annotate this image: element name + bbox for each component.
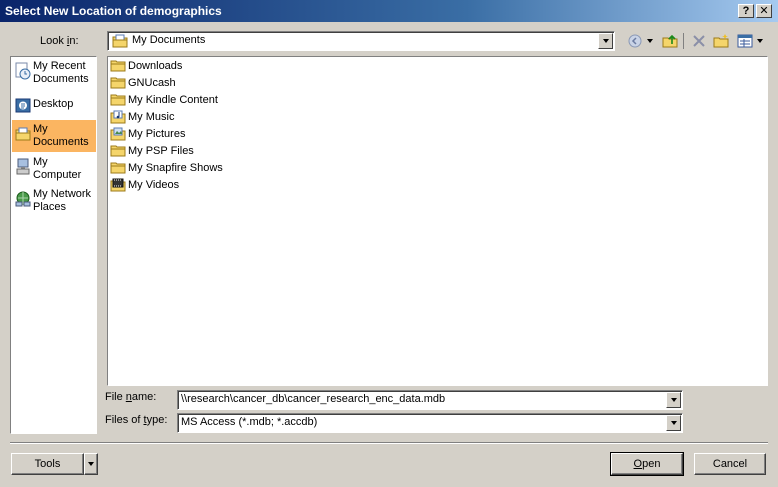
place-label: Desktop — [33, 98, 74, 110]
videos-folder-icon — [110, 178, 126, 192]
chevron-down-icon — [757, 39, 763, 43]
file-name: Downloads — [128, 59, 183, 72]
file-type-label: Files of type: — [105, 414, 168, 426]
file-list: Downloads GNUcash My Kindle Content My M… — [107, 56, 768, 386]
folder-icon — [110, 144, 126, 158]
views-button[interactable] — [736, 33, 754, 49]
help-icon: ? — [742, 4, 750, 17]
title-bar: Select New Location of demographics ? ✕ — [0, 0, 778, 22]
file-name: My Videos — [128, 178, 180, 191]
file-name: My Music — [128, 110, 175, 123]
place-my-documents[interactable]: My Documents — [12, 120, 96, 152]
place-label: Places — [33, 201, 67, 213]
look-in-dropdown-button[interactable] — [598, 33, 613, 49]
tools-label: Tools — [34, 458, 61, 470]
places-bar: My Recent Documents Desktop My Documents… — [10, 56, 97, 434]
desktop-icon — [15, 98, 31, 118]
footer-divider — [10, 442, 768, 444]
place-label: Documents — [33, 73, 89, 85]
list-item[interactable]: My Music — [110, 108, 174, 125]
place-label: My Network — [33, 188, 92, 200]
place-network-places[interactable]: My Network Places — [12, 188, 96, 216]
toolbar-separator — [683, 33, 684, 49]
open-label: Open — [633, 458, 661, 470]
music-folder-icon — [110, 110, 126, 124]
network-places-icon — [15, 190, 31, 212]
my-documents-icon — [112, 34, 128, 51]
place-label: My Recent — [33, 60, 86, 72]
recent-documents-icon — [15, 62, 31, 84]
file-type-dropdown-button[interactable] — [666, 415, 681, 431]
close-icon: ✕ — [759, 4, 769, 17]
delete-button[interactable] — [690, 33, 708, 49]
open-button[interactable]: Open — [610, 452, 684, 476]
list-item[interactable]: My Kindle Content — [110, 91, 218, 108]
chevron-down-icon — [670, 421, 677, 425]
cancel-label: Cancel — [712, 458, 748, 470]
back-dropdown[interactable] — [645, 33, 655, 49]
list-item[interactable]: Downloads — [110, 57, 182, 74]
chevron-down-icon — [88, 462, 94, 466]
folder-icon — [110, 59, 126, 73]
tools-button[interactable]: Tools — [11, 453, 84, 475]
place-label: My — [33, 156, 48, 168]
cancel-button[interactable]: Cancel — [694, 453, 766, 475]
look-in-label: Look in: — [40, 35, 79, 47]
list-item[interactable]: My Snapfire Shows — [110, 159, 223, 176]
new-folder-icon — [713, 34, 729, 48]
file-name-dropdown-button[interactable] — [666, 392, 681, 408]
chevron-down-icon — [602, 39, 609, 43]
file-name-input[interactable]: \\research\cancer_db\cancer_research_enc… — [177, 390, 683, 410]
file-type-value: MS Access (*.mdb; *.accdb) — [181, 416, 318, 428]
list-item[interactable]: My Videos — [110, 176, 179, 193]
my-computer-icon — [15, 158, 31, 180]
file-type-select[interactable]: MS Access (*.mdb; *.accdb) — [177, 413, 683, 433]
folder-icon — [110, 76, 126, 90]
close-button[interactable]: ✕ — [756, 4, 772, 18]
file-name: My Pictures — [128, 127, 186, 140]
look-in-value: My Documents — [132, 34, 206, 46]
look-in-combo[interactable]: My Documents — [107, 31, 615, 51]
file-name-label: File name: — [105, 391, 157, 403]
place-label: Documents — [33, 136, 89, 148]
delete-icon — [693, 35, 705, 47]
back-button[interactable] — [626, 33, 644, 49]
views-icon — [737, 34, 753, 48]
tools-dropdown[interactable] — [84, 453, 98, 475]
place-desktop[interactable]: Desktop — [12, 96, 96, 114]
file-name: My PSP Files — [128, 144, 194, 157]
pictures-folder-icon — [110, 127, 126, 141]
chevron-down-icon — [647, 39, 653, 43]
place-recent-documents[interactable]: My Recent Documents — [12, 60, 96, 88]
up-folder-icon — [662, 34, 678, 48]
folder-icon — [110, 93, 126, 107]
chevron-down-icon — [670, 398, 677, 402]
folder-icon — [110, 161, 126, 175]
file-name: My Snapfire Shows — [128, 161, 223, 174]
back-icon — [628, 34, 642, 48]
place-label: My — [33, 123, 48, 135]
place-my-computer[interactable]: My Computer — [12, 156, 96, 184]
help-button[interactable]: ? — [738, 4, 754, 18]
window-title: Select New Location of demographics — [5, 4, 222, 18]
list-item[interactable]: My PSP Files — [110, 142, 194, 159]
file-name: GNUcash — [128, 76, 176, 89]
my-documents-icon — [15, 126, 31, 146]
file-name-value: \\research\cancer_db\cancer_research_enc… — [181, 393, 446, 405]
list-item[interactable]: My Pictures — [110, 125, 185, 142]
place-label: Computer — [33, 169, 82, 181]
file-name: My Kindle Content — [128, 93, 218, 106]
new-folder-button[interactable] — [712, 33, 730, 49]
up-folder-button[interactable] — [661, 33, 679, 49]
list-item[interactable]: GNUcash — [110, 74, 176, 91]
views-dropdown[interactable] — [755, 33, 765, 49]
